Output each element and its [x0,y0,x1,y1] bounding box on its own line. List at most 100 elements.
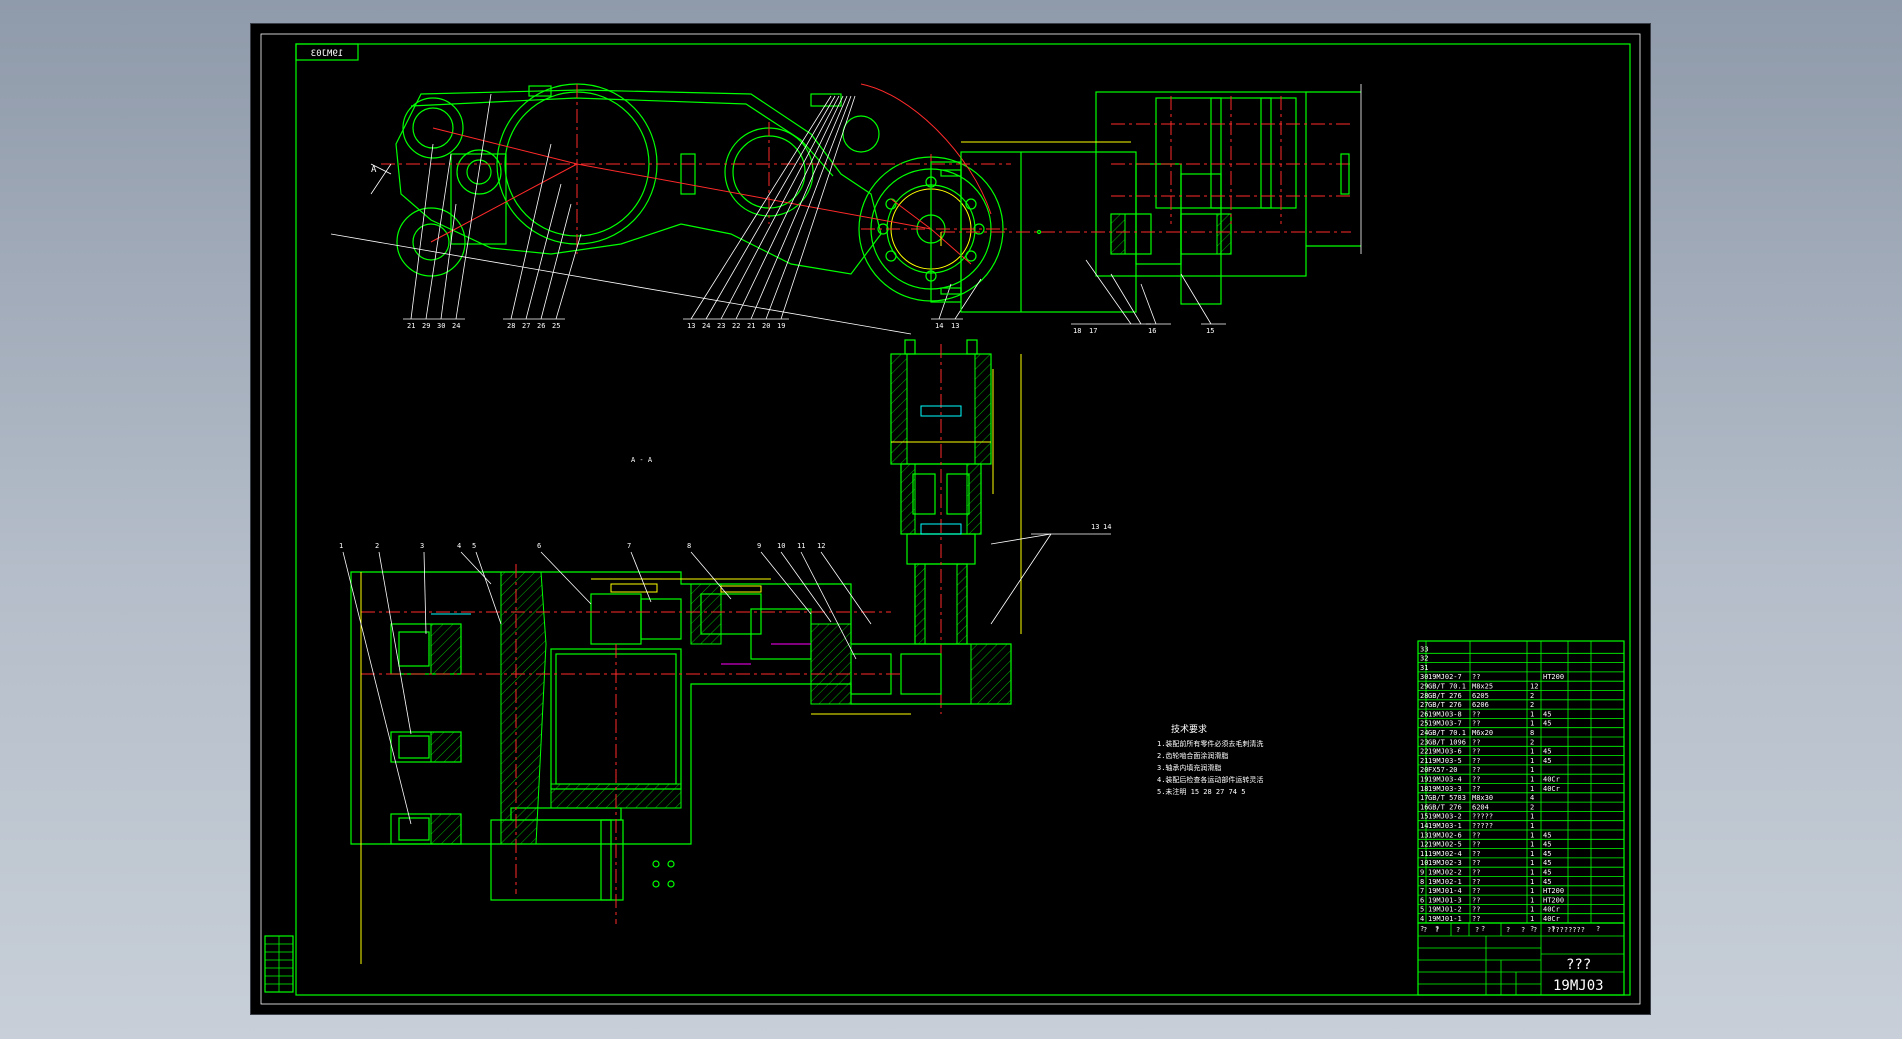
svg-text:29: 29 [422,322,430,330]
bom-cell-qty: 1 [1530,757,1534,765]
bom-cell-qty: 1 [1530,896,1534,904]
svg-text:1: 1 [339,542,343,550]
bom-cell-mat: 45 [1543,720,1551,728]
bom-cell-name: ?? [1472,841,1480,849]
section-label: A - A [631,456,653,464]
svg-text:10: 10 [777,542,785,550]
svg-text:17: 17 [1089,327,1097,335]
bom-cell-code: 19MJ03-7 [1428,720,1462,728]
bom-cell-name: ?? [1472,878,1480,886]
bom-cell-no: 31 [1420,664,1428,672]
svg-text:19: 19 [777,322,785,330]
bom-cell-name: ?? [1472,887,1480,895]
bom-cell-no: 8 [1420,878,1424,886]
bom-cell-qty: 1 [1530,915,1534,923]
bom-cell-name: ?? [1472,906,1480,914]
bom-cell-name: ?? [1472,831,1480,839]
code-stamp: 19MJ03 [311,49,344,59]
bom-cell-code: GB/T 276 [1428,701,1462,709]
bom-cell-name: ?? [1472,766,1480,774]
svg-text:9: 9 [757,542,761,550]
title-name: ??? [1566,957,1591,973]
bom-cell-code: 19MJ02-3 [1428,859,1462,867]
bom-cell-code: 19MJ01-3 [1428,896,1462,904]
bom-cell-code: 19MJ03-2 [1428,813,1462,821]
bom-cell-name: ?? [1472,776,1480,784]
bom-cell-qty: 1 [1530,720,1534,728]
bom-cell-qty: 2 [1530,692,1534,700]
bom-cell-mat: 40Cr [1543,915,1560,923]
bom-cell-name: M8x25 [1472,683,1493,691]
bom-cell-code: GB/T 1096 [1428,738,1466,746]
svg-text:28: 28 [507,322,515,330]
svg-text:1.装配前所有零件必须去毛刺清洗: 1.装配前所有零件必须去毛刺清洗 [1157,739,1263,748]
svg-text:?: ? [1435,926,1439,934]
svg-text:?: ? [1456,926,1460,934]
svg-text:12: 12 [817,542,825,550]
bom-cell-qty: 1 [1530,869,1534,877]
bom-cell-mat: 45 [1543,710,1551,718]
svg-text:?: ? [1423,926,1427,934]
drawing-sheet: 19MJ03 A 21 29 30 24 28 27 26 25 13 24 2… [251,24,1650,1014]
bom-cell-name: M8x30 [1472,794,1493,802]
svg-text:24: 24 [702,322,710,330]
svg-text:5: 5 [472,542,476,550]
svg-text:7: 7 [627,542,631,550]
bom-cell-mat: 40Cr [1543,776,1560,784]
bom-cell-qty: 8 [1530,729,1534,737]
svg-text:25: 25 [552,322,560,330]
bom-cell-no: 4 [1420,915,1424,923]
bom-cell-name: ?? [1472,673,1480,681]
svg-text:27: 27 [522,322,530,330]
bom-cell-no: 9 [1420,869,1424,877]
bom-cell-code: 19MJ02-2 [1428,869,1462,877]
bom-cell-mat: HT200 [1543,887,1564,895]
bom-cell-code: 19MJ03-4 [1428,776,1462,784]
bom-cell-qty: 12 [1530,683,1538,691]
bom-cell-code: 19MJ02-7 [1428,673,1462,681]
bom-cell-no: 33 [1420,645,1428,653]
bom-cell-qty: 1 [1530,906,1534,914]
bom-cell-name: ?? [1472,748,1480,756]
svg-text:22: 22 [732,322,740,330]
bom-cell-code: GB/T 70.1 [1428,683,1466,691]
svg-text:3: 3 [420,542,424,550]
bom-cell-qty: 1 [1530,785,1534,793]
bom-cell-mat: 45 [1543,831,1551,839]
bom-cell-qty: 2 [1530,701,1534,709]
bom-cell-name: 6204 [1472,803,1489,811]
bom-cell-name: ?? [1472,785,1480,793]
bom-cell-qty: 2 [1530,803,1534,811]
bom-cell-name: ?? [1472,896,1480,904]
bom-cell-code: GB/T 276 [1428,692,1462,700]
svg-text:11: 11 [797,542,805,550]
svg-text:?: ? [1506,926,1510,934]
svg-text:30: 30 [437,322,445,330]
svg-text:13: 13 [951,322,959,330]
bom-cell-qty: 1 [1530,748,1534,756]
bom-cell-code: 19MJ02-1 [1428,878,1462,886]
bom-cell-qty: 2 [1530,738,1534,746]
bom-header-cell: ? [1596,925,1600,933]
svg-text:4.装配后检查各运动部件运转灵活: 4.装配后检查各运动部件运转灵活 [1157,775,1263,784]
bom-cell-code: 19MJ03-6 [1428,748,1462,756]
svg-text:3.轴承内填充润滑脂: 3.轴承内填充润滑脂 [1157,763,1221,772]
svg-text:?: ? [1533,926,1537,934]
bom-cell-mat: 45 [1543,748,1551,756]
svg-text:5.未注明 15 28 27 74 5: 5.未注明 15 28 27 74 5 [1157,787,1245,796]
bom-cell-mat: HT200 [1543,673,1564,681]
svg-text:2: 2 [375,542,379,550]
bom-table: 33323130 19MJ02-7?? HT20029 GB/T 70.1 M8x25 1… [1417,640,1625,933]
cad-drawing: 19MJ03 A 21 29 30 24 28 27 26 25 13 24 2… [260,33,1641,1005]
svg-text:24: 24 [452,322,460,330]
svg-text:?: ? [1521,926,1525,934]
bom-cell-qty: 4 [1530,794,1534,802]
bom-cell-code: 19MJ03-5 [1428,757,1462,765]
bom-cell-qty: 1 [1530,822,1534,830]
bom-cell-qty: 1 [1530,859,1534,867]
bom-cell-name: ????? [1472,822,1493,830]
svg-text:?: ? [1475,926,1479,934]
bom-cell-code: 19MJ03-1 [1428,822,1462,830]
bom-cell-qty: 1 [1530,710,1534,718]
bom-cell-name: ?? [1472,850,1480,858]
